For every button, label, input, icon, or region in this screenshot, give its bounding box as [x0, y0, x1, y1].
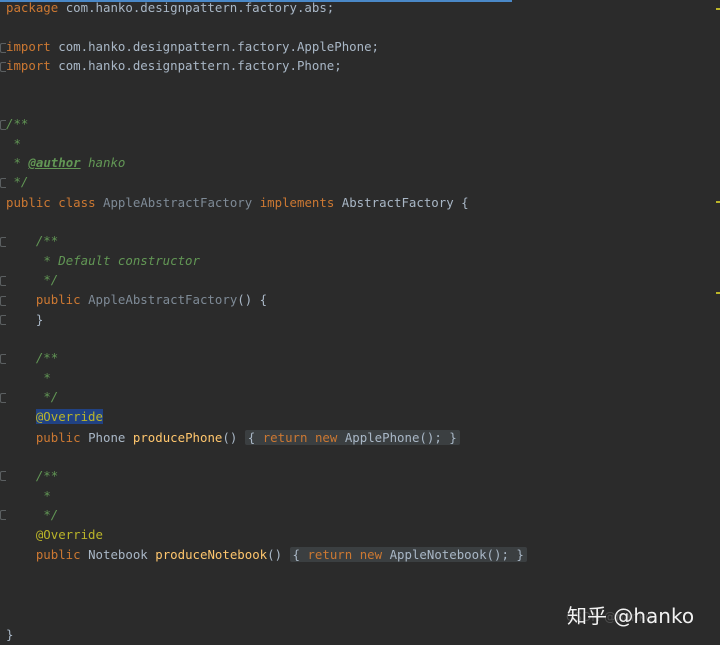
code-line-produce-phone[interactable]: public Phone producePhone() { return new… [6, 428, 460, 447]
return-keyword: return [262, 430, 308, 445]
code-line-ctor-doc-close[interactable]: */ [6, 270, 58, 289]
code-line-class-close[interactable]: } [6, 625, 13, 644]
doc-comment: */ [6, 389, 58, 404]
parens: () [222, 430, 238, 445]
ctor-parens: () { [237, 292, 268, 307]
code-line-doc2-close[interactable]: */ [6, 387, 58, 406]
code-editor[interactable]: package com.hanko.designpattern.factory.… [0, 0, 720, 645]
doc-close: */ [43, 507, 59, 522]
override-annotation: @Override [35, 527, 103, 542]
doc-close: */ [43, 389, 59, 404]
import-path: com.hanko.designpattern.factory.Phone; [58, 58, 342, 73]
author-name: hanko [88, 155, 126, 170]
code-line-ctor-doc-text[interactable]: * Default constructor [6, 251, 200, 270]
code-line-override-2[interactable]: @Override [6, 525, 103, 544]
implements-keyword: implements [259, 195, 335, 210]
method-name: produceNotebook [155, 547, 268, 562]
brace: } [35, 312, 44, 327]
brace: { [461, 195, 469, 210]
class-keyword: class [58, 195, 96, 210]
public-keyword: public [6, 195, 51, 210]
doc-close: */ [13, 174, 29, 189]
doc-comment: * [6, 136, 21, 151]
new-keyword: new [314, 430, 338, 445]
class-name: AppleAbstractFactory [103, 195, 253, 210]
code-line-ctor[interactable]: public AppleAbstractFactory() { [6, 290, 267, 309]
doc-comment: */ [6, 272, 58, 287]
doc-star: * [43, 488, 51, 503]
code-line-doc-star[interactable]: * [6, 134, 21, 153]
doc-comment: * [6, 370, 51, 385]
code-line-ctor-close[interactable]: } [6, 310, 43, 329]
error-stripe-mark[interactable] [716, 292, 720, 294]
code-line-doc3-close[interactable]: */ [6, 505, 58, 524]
public-keyword: public [35, 430, 81, 445]
constructor-call: AppleNotebook(); [389, 547, 509, 562]
import-keyword: import [6, 58, 51, 73]
package-keyword: package [6, 0, 59, 15]
import-keyword: import [6, 39, 51, 54]
doc-comment: /** [6, 468, 58, 483]
doc-comment: * [6, 488, 51, 503]
parens: () [267, 547, 283, 562]
override-annotation-selected[interactable]: @Override [35, 409, 103, 424]
code-line-package[interactable]: package com.hanko.designpattern.factory.… [6, 0, 334, 17]
fold-brace: { [292, 547, 300, 562]
doc-comment: */ [6, 174, 28, 189]
code-line-doc-author[interactable]: * @author hanko [6, 153, 125, 172]
doc-open: /** [35, 233, 59, 248]
code-line-doc3-open[interactable]: /** [6, 466, 58, 485]
fold-brace: } [449, 430, 457, 445]
doc-comment: * [6, 155, 28, 170]
error-stripe-mark[interactable] [716, 201, 720, 203]
doc-comment: /** [6, 350, 58, 365]
code-line-override-1[interactable]: @Override [6, 407, 103, 426]
brace: } [6, 627, 14, 642]
doc-open: /** [35, 350, 59, 365]
code-line-import-2[interactable]: import com.hanko.designpattern.factory.P… [6, 56, 342, 75]
method-name: producePhone [132, 430, 223, 445]
code-line-import-1[interactable]: import com.hanko.designpattern.factory.A… [6, 37, 379, 56]
doc-comment: * Default constructor [6, 253, 200, 268]
doc-comment: /** [6, 233, 58, 248]
import-path: com.hanko.designpattern.factory.ApplePho… [58, 39, 380, 54]
package-name: com.hanko.designpattern.factory.abs; [65, 0, 335, 15]
doc-comment: /** [6, 116, 29, 131]
code-line-produce-notebook[interactable]: public Notebook produceNotebook() { retu… [6, 545, 527, 564]
code-line-doc-close[interactable]: */ [6, 172, 28, 191]
doc-open: /** [35, 468, 59, 483]
fold-brace: { [247, 430, 256, 445]
code-line-doc2-open[interactable]: /** [6, 348, 58, 367]
code-line-doc3-star[interactable]: * [6, 486, 51, 505]
return-type: Phone [88, 430, 126, 445]
constructor-call: ApplePhone(); [344, 430, 442, 445]
error-stripe-mark[interactable] [716, 8, 720, 10]
code-line-ctor-doc-open[interactable]: /** [6, 231, 58, 250]
watermark: 知乎 @hanko [567, 604, 695, 628]
code-line-doc-open[interactable]: /** [6, 114, 28, 133]
doc-comment: hanko [81, 155, 126, 170]
doc-comment: */ [6, 507, 58, 522]
ctor-comment: * Default constructor [43, 253, 200, 268]
return-type: Notebook [88, 547, 148, 562]
public-keyword: public [35, 292, 81, 307]
interface-name: AbstractFactory [341, 195, 454, 210]
folded-region[interactable]: { return new AppleNotebook(); } [289, 547, 527, 562]
fold-brace: } [516, 547, 524, 562]
folded-region[interactable]: { return new ApplePhone(); } [244, 430, 460, 445]
return-keyword: return [307, 547, 353, 562]
doc-star: * [13, 155, 21, 170]
author-tag: @author [28, 155, 81, 170]
code-line-doc2-star[interactable]: * [6, 368, 51, 387]
doc-star: * [13, 136, 21, 151]
doc-star: * [43, 370, 51, 385]
constructor-name: AppleAbstractFactory [88, 292, 238, 307]
code-line-class-decl[interactable]: public class AppleAbstractFactory implem… [6, 193, 469, 212]
public-keyword: public [35, 547, 81, 562]
new-keyword: new [359, 547, 383, 562]
doc-close: */ [43, 272, 59, 287]
